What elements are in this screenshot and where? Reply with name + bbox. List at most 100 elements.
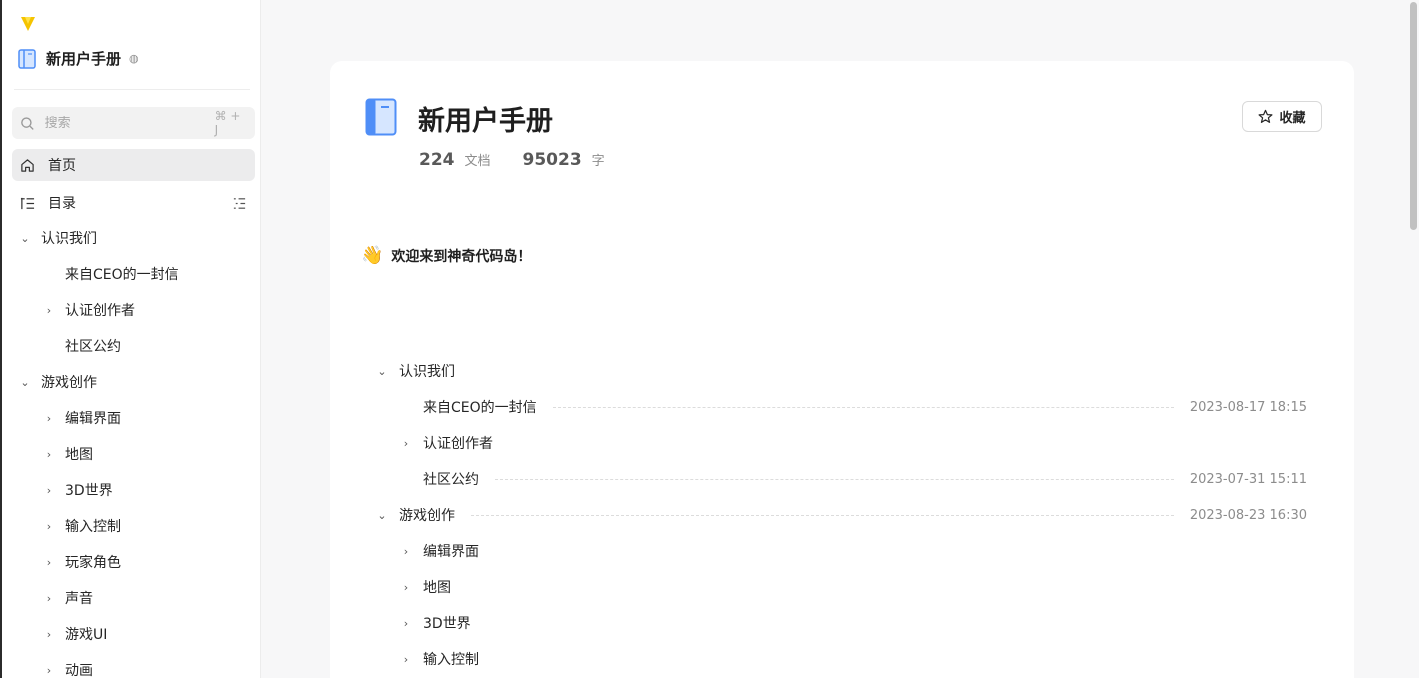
search-input[interactable] — [44, 115, 215, 131]
book-icon — [18, 48, 36, 69]
doc-count: 224 — [419, 150, 455, 170]
tree-item-label: 认识我们 — [41, 231, 97, 247]
tree-item-label: 玩家角色 — [65, 555, 121, 571]
tree-item-map[interactable]: › 地图 — [12, 436, 255, 472]
toc-row[interactable]: › 地图 — [375, 569, 1307, 605]
chevron-right-icon[interactable]: › — [42, 448, 56, 461]
toc-date: 2023-08-17 18:15 — [1189, 399, 1307, 415]
tree-item-game-creation[interactable]: ⌄ 游戏创作 — [12, 364, 255, 400]
chevron-right-icon[interactable]: › — [399, 437, 413, 450]
favorite-label: 收藏 — [1279, 110, 1306, 125]
dotted-leader — [495, 478, 1174, 480]
toc-title[interactable]: 认证创作者 — [423, 433, 493, 453]
toc-title[interactable]: 游戏创作 — [399, 505, 455, 525]
nav-toc-label: 目录 — [48, 196, 76, 212]
toc-row[interactable]: 来自CEO的一封信 2023-08-17 18:15 — [375, 389, 1307, 425]
chevron-right-icon[interactable]: › — [42, 412, 56, 425]
tree-item-label: 认证创作者 — [65, 303, 135, 319]
chevron-right-icon[interactable]: › — [399, 653, 413, 666]
dotted-leader — [552, 406, 1174, 408]
favorite-button[interactable]: 收藏 — [1242, 101, 1322, 132]
star-icon — [1259, 109, 1273, 123]
tree-item-creator[interactable]: › 认证创作者 — [12, 292, 255, 328]
toc-row[interactable]: › 3D世界 — [375, 605, 1307, 641]
divider — [14, 89, 250, 90]
welcome-message: 👋 欢迎来到神奇代码岛！ — [361, 245, 531, 266]
nav-toc[interactable]: 目录 — [12, 187, 255, 219]
toc-row[interactable]: › 认证创作者 — [375, 425, 1307, 461]
tree-item-label: 编辑界面 — [65, 411, 121, 427]
book-header[interactable]: 新用户手册 ◍ — [18, 48, 139, 69]
nav-home-label: 首页 — [48, 158, 76, 174]
toc-icon — [20, 197, 35, 209]
tree-item-input-control[interactable]: › 输入控制 — [12, 508, 255, 544]
nav-home[interactable]: 首页 — [12, 149, 255, 181]
tree-item-label: 游戏创作 — [41, 375, 97, 391]
tree-item-label: 地图 — [65, 447, 93, 463]
home-icon — [21, 158, 34, 172]
tree-item-label: 游戏UI — [65, 627, 108, 643]
book-title: 新用户手册 — [46, 50, 122, 68]
tree-item-sound[interactable]: › 声音 — [12, 580, 255, 616]
toc-row[interactable]: 社区公约 2023-07-31 15:11 — [375, 461, 1307, 497]
logo-icon[interactable] — [20, 16, 36, 32]
tree-item-animation[interactable]: › 动画 — [12, 652, 255, 678]
chevron-down-icon[interactable]: ⌄ — [18, 232, 32, 245]
page-scrollbar[interactable] — [1408, 0, 1419, 678]
toc-date: 2023-08-23 16:30 — [1189, 507, 1307, 523]
tree-item-editor[interactable]: › 编辑界面 — [12, 400, 255, 436]
toc-row[interactable]: › 编辑界面 — [375, 533, 1307, 569]
chevron-right-icon[interactable]: › — [399, 617, 413, 630]
toc-title[interactable]: 3D世界 — [423, 613, 471, 633]
scrollbar-thumb[interactable] — [1410, 2, 1417, 230]
wave-emoji: 👋 — [361, 245, 384, 266]
search-box[interactable]: ⌘ + J — [12, 107, 255, 139]
chevron-right-icon[interactable]: › — [42, 664, 56, 677]
globe-icon: ◍ — [129, 52, 139, 65]
chevron-right-icon[interactable]: › — [42, 556, 56, 569]
tree-item-label: 输入控制 — [65, 519, 121, 535]
chevron-down-icon[interactable]: ⌄ — [375, 365, 389, 378]
tree-item-label: 动画 — [65, 663, 93, 678]
toc-title[interactable]: 来自CEO的一封信 — [423, 397, 537, 417]
book-home-card: 新用户手册 224 文档 95023 字 收藏 👋 欢迎来到神奇代码岛！ ⌄ 认… — [330, 61, 1354, 678]
tree-item-player[interactable]: › 玩家角色 — [12, 544, 255, 580]
chevron-right-icon[interactable]: › — [399, 581, 413, 594]
chevron-right-icon[interactable]: › — [42, 304, 56, 317]
toc-view-toggle-icon[interactable] — [232, 196, 247, 211]
chevron-down-icon[interactable]: ⌄ — [18, 376, 32, 389]
tree-item-renshi[interactable]: ⌄ 认识我们 — [12, 220, 255, 256]
toc-title[interactable]: 编辑界面 — [423, 541, 479, 561]
doc-count-unit: 文档 — [464, 154, 491, 169]
chevron-down-icon[interactable]: ⌄ — [375, 509, 389, 522]
chevron-right-icon[interactable]: › — [42, 592, 56, 605]
toc-date: 2023-07-31 15:11 — [1189, 471, 1307, 487]
sidebar: 新用户手册 ◍ ⌘ + J 首页 目录 — [0, 0, 261, 678]
tree-item-label: 3D世界 — [65, 483, 113, 499]
dotted-leader — [471, 514, 1174, 516]
book-icon — [365, 98, 397, 136]
toc-title[interactable]: 输入控制 — [423, 649, 479, 669]
tree-item-game-ui[interactable]: › 游戏UI — [12, 616, 255, 652]
book-stats: 224 文档 95023 字 — [419, 150, 637, 170]
toc-row[interactable]: › 输入控制 — [375, 641, 1307, 677]
chevron-right-icon[interactable]: › — [42, 484, 56, 497]
toc-title[interactable]: 社区公约 — [423, 469, 479, 489]
toc-row[interactable]: ⌄ 游戏创作 2023-08-23 16:30 — [375, 497, 1307, 533]
chevron-right-icon[interactable]: › — [42, 628, 56, 641]
search-shortcut: ⌘ + J — [214, 109, 241, 137]
chevron-right-icon[interactable]: › — [399, 545, 413, 558]
welcome-text: 欢迎来到神奇代码岛！ — [391, 248, 532, 265]
tree-item-ceo-letter[interactable]: 来自CEO的一封信 — [12, 256, 255, 292]
word-count-unit: 字 — [591, 154, 605, 169]
book-toc: ⌄ 认识我们 来自CEO的一封信 2023-08-17 18:15 › 认证创作… — [375, 353, 1307, 677]
sidebar-tree: ⌄ 认识我们 来自CEO的一封信 › 认证创作者 社区公约 ⌄ 游戏创作 › 编… — [12, 220, 255, 678]
tree-item-3d-world[interactable]: › 3D世界 — [12, 472, 255, 508]
page-title: 新用户手册 — [418, 106, 553, 137]
toc-title[interactable]: 认识我们 — [399, 361, 455, 381]
tree-item-label: 社区公约 — [65, 339, 121, 355]
tree-item-community[interactable]: 社区公约 — [12, 328, 255, 364]
chevron-right-icon[interactable]: › — [42, 520, 56, 533]
toc-row[interactable]: ⌄ 认识我们 — [375, 353, 1307, 389]
toc-title[interactable]: 地图 — [423, 577, 451, 597]
